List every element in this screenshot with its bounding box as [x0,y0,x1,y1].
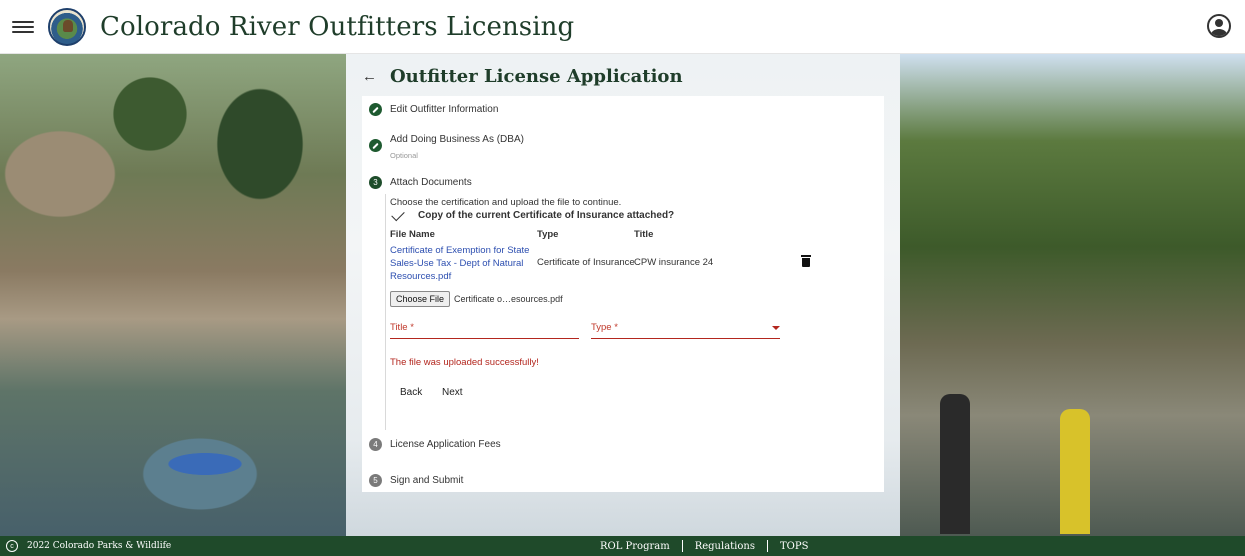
chevron-down-icon [772,325,780,330]
page-heading: ← Outfitter License Application [362,62,683,90]
background-photo-river-bank [900,54,1245,536]
step-add-dba[interactable]: Add Doing Business As (DBA) Optional [369,134,524,162]
back-arrow-icon[interactable]: ← [362,68,382,85]
step-label: Edit Outfitter Information [390,104,499,115]
certificate-confirmation: Copy of the current Certificate of Insur… [391,207,675,221]
step-optional-hint: Optional [390,151,418,160]
hamburger-menu-icon[interactable] [12,18,34,36]
column-header-title: Title [634,229,654,240]
account-icon[interactable] [1207,14,1231,38]
attached-file-type: Certificate of Insurance [537,257,635,268]
step-complete-pencil-icon [369,103,382,116]
step-edit-outfitter-information[interactable]: Edit Outfitter Information [369,103,498,116]
step-label: Sign and Submit [390,475,464,486]
footer-links: ROL Program Regulations TOPS [600,536,808,556]
step-label: Attach Documents [390,177,472,188]
copyright-icon: c [6,540,18,552]
step-number: 4 [369,438,382,451]
delete-file-trash-icon[interactable] [801,255,811,267]
attached-file-title: CPW insurance 24 [634,257,714,268]
background-photo-rafting [0,54,346,536]
checkmark-icon [391,207,405,221]
step-sign-and-submit[interactable]: 5 Sign and Submit [369,474,463,487]
type-select-placeholder: Type * [591,322,618,333]
back-button[interactable]: Back [400,387,422,398]
step-label: Add Doing Business As (DBA) [390,134,524,145]
cpw-logo [48,7,86,46]
step-number: 5 [369,474,382,487]
file-picker: Choose File Certificate o…esources.pdf [390,291,563,307]
footer-divider [681,540,683,552]
next-button[interactable]: Next [442,387,463,398]
footer-link-tops[interactable]: TOPS [780,541,808,552]
app-title: Colorado River Outfitters Licensing [100,11,575,42]
copyright-text: 2022 Colorado Parks & Wildlife [27,541,172,551]
column-header-file-name: File Name [390,229,435,240]
attached-file-link[interactable]: Certificate of Exemption for State Sales… [390,244,530,283]
upload-success-message: The file was uploaded successfully! [390,357,539,368]
chosen-file-name: Certificate o…esources.pdf [454,294,563,304]
step-complete-pencil-icon [369,139,382,152]
choose-file-button[interactable]: Choose File [390,291,451,307]
page-title: Outfitter License Application [390,65,683,87]
app-header: Colorado River Outfitters Licensing [0,0,1245,54]
footer-link-rol-program[interactable]: ROL Program [600,541,670,552]
type-select[interactable]: Type * [591,317,780,339]
attach-instruction: Choose the certification and upload the … [390,197,622,208]
app-footer: c 2022 Colorado Parks & Wildlife ROL Pro… [0,536,1245,556]
step-number: 3 [369,176,382,189]
title-input[interactable] [390,317,579,337]
step-attach-documents[interactable]: 3 Attach Documents [369,176,472,189]
stepper-connector [385,194,386,430]
footer-link-regulations[interactable]: Regulations [695,541,755,552]
certificate-prompt: Copy of the current Certificate of Insur… [418,210,675,221]
footer-divider [766,540,768,552]
column-header-type: Type [537,229,559,240]
step-label: License Application Fees [390,439,501,450]
title-field[interactable] [390,317,579,339]
step-license-application-fees[interactable]: 4 License Application Fees [369,438,501,451]
